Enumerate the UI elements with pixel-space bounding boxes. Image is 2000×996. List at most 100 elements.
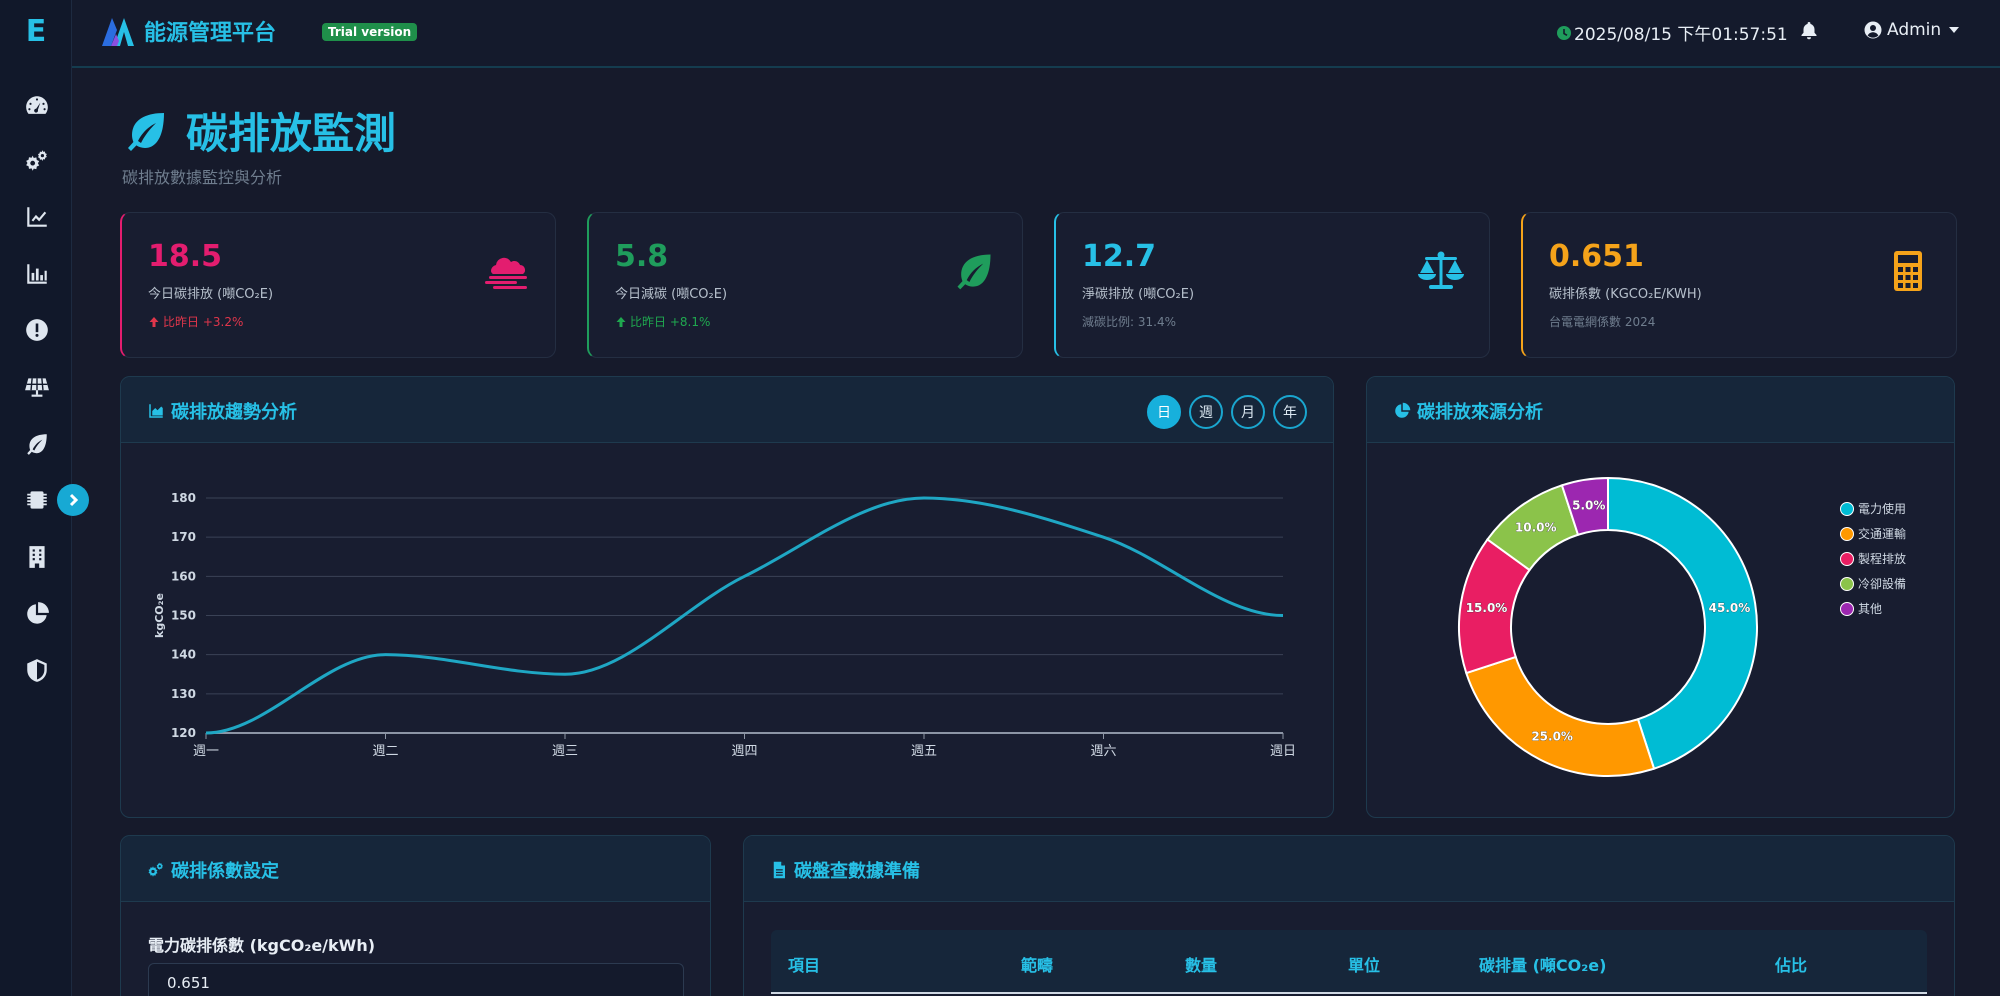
column-header[interactable]: 佔比: [1775, 952, 1807, 976]
stat-label: 淨碳排放 (噸CO₂E): [1082, 287, 1195, 302]
gears-icon: [148, 862, 163, 877]
period-button-week[interactable]: 週: [1189, 395, 1223, 429]
period-selector: 日 週 月 年: [1147, 395, 1307, 429]
sidebar-item-settings[interactable]: [20, 144, 54, 178]
file-icon: [773, 861, 785, 879]
sidebar-item-building[interactable]: [20, 540, 54, 574]
legend-swatch: [1840, 601, 1854, 616]
y-tick-label: 180: [171, 491, 196, 505]
page-subtitle: 碳排放數據監控與分析: [122, 168, 283, 187]
sidebar-logo[interactable]: E: [0, 14, 72, 49]
legend-item[interactable]: 其他: [1840, 600, 1882, 617]
stat-note-text: 台電電網係數 2024: [1549, 315, 1656, 329]
electricity-coefficient-label: 電力碳排係數 (kgCO₂e/kWh): [148, 936, 376, 955]
bar-chart-icon: [27, 264, 47, 284]
shield-icon: [27, 659, 47, 682]
arrow-up-icon: [616, 316, 626, 327]
legend-swatch: [1840, 526, 1854, 541]
sidebar-item-chip[interactable]: [20, 483, 54, 517]
legend-item[interactable]: 冷卻設備: [1840, 575, 1906, 592]
pie-chart-icon: [27, 602, 49, 624]
x-tick-label: 週一: [193, 744, 219, 759]
legend-label: 交通運輸: [1858, 527, 1907, 541]
legend-label: 製程排放: [1858, 552, 1907, 566]
chevron-right-icon: [69, 493, 79, 507]
period-button-day[interactable]: 日: [1147, 395, 1181, 429]
solar-panel-icon: [25, 378, 49, 397]
column-header[interactable]: 數量: [1185, 952, 1217, 976]
inventory-table-header: 項目 範疇 數量 單位 碳排量 (噸CO₂e) 佔比: [771, 930, 1927, 994]
stat-note: 減碳比例: 31.4%: [1082, 313, 1176, 330]
top-header: 能源管理平台 Trial version 2025/08/15 下午01:57:…: [72, 0, 2000, 68]
legend-swatch: [1840, 501, 1854, 516]
sidebar-item-analysis[interactable]: [20, 597, 54, 631]
microchip-icon: [27, 491, 47, 509]
page-title-text: 碳排放監測: [186, 109, 397, 158]
leaf-icon: [27, 434, 47, 455]
trend-panel-title: 碳排放趨勢分析: [147, 398, 297, 424]
sidebar-item-report[interactable]: [20, 257, 54, 291]
building-icon: [29, 546, 45, 568]
y-tick-label: 150: [171, 609, 196, 623]
trend-panel: 碳排放趨勢分析 日 週 月 年 120 130 140 150 160 170 180 週一 週…: [120, 376, 1334, 818]
brand[interactable]: 能源管理平台: [100, 14, 276, 48]
pie-slice: [1465, 655, 1656, 777]
calculator-icon: [1894, 251, 1922, 291]
legend-swatch: [1840, 576, 1854, 591]
legend-swatch: [1840, 551, 1854, 566]
stat-note-text: 減碳比例: 31.4%: [1082, 315, 1176, 329]
gears-icon: [26, 150, 47, 171]
column-header[interactable]: 單位: [1348, 952, 1380, 976]
stat-note: 比昨日 +8.1%: [615, 313, 710, 330]
user-name: Admin: [1887, 20, 1942, 40]
stat-label: 今日減碳 (噸CO₂E): [615, 287, 728, 302]
sidebar-toggle-button[interactable]: [57, 484, 89, 516]
trial-badge: Trial version: [322, 23, 418, 41]
stat-label: 今日碳排放 (噸CO₂E): [148, 287, 274, 302]
x-tick-label: 週四: [731, 744, 757, 759]
period-button-year[interactable]: 年: [1273, 395, 1307, 429]
x-tick-label: 週二: [372, 744, 398, 759]
stat-value: 12.7: [1082, 239, 1157, 274]
stat-label: 碳排係數 (KGCO₂E/KWH): [1549, 287, 1702, 302]
exclamation-circle-icon: [26, 319, 48, 341]
pie-slice-label: 10.0%: [1515, 520, 1557, 534]
brand-logo-icon: [102, 18, 134, 46]
clock-icon: [1557, 25, 1571, 40]
sidebar-item-leaf[interactable]: [20, 427, 54, 461]
datetime: 2025/08/15 下午01:57:51: [1556, 20, 1788, 45]
legend-label: 其他: [1858, 602, 1883, 616]
stat-card-net: 12.7 淨碳排放 (噸CO₂E) 減碳比例: 31.4%: [1054, 212, 1490, 358]
dashboard-icon: [26, 96, 48, 114]
coefficient-panel-title-text: 碳排係數設定: [171, 861, 279, 882]
y-tick-label: 120: [171, 726, 196, 740]
notifications-button[interactable]: [1799, 20, 1819, 44]
sidebar-item-trend[interactable]: [20, 200, 54, 234]
legend-item[interactable]: 電力使用: [1840, 500, 1906, 517]
x-tick-label: 週五: [911, 744, 937, 759]
column-header[interactable]: 碳排量 (噸CO₂e): [1479, 952, 1606, 976]
legend-label: 冷卻設備: [1858, 577, 1907, 591]
electricity-coefficient-input[interactable]: [148, 963, 684, 996]
sidebar-item-dashboard[interactable]: [20, 89, 54, 123]
user-menu[interactable]: Admin: [1864, 20, 1960, 40]
x-tick-label: 週六: [1090, 744, 1116, 759]
column-header[interactable]: 項目: [788, 952, 820, 976]
stat-note: 台電電網係數 2024: [1549, 313, 1655, 330]
stat-note-text: 比昨日 +3.2%: [163, 315, 244, 329]
sidebar-item-solar[interactable]: [20, 370, 54, 404]
sidebar-item-alert[interactable]: [20, 313, 54, 347]
stat-card-reduction: 5.8 今日減碳 (噸CO₂E) 比昨日 +8.1%: [587, 212, 1023, 358]
legend-item[interactable]: 交通運輸: [1840, 525, 1906, 542]
period-button-month[interactable]: 月: [1231, 395, 1265, 429]
column-header[interactable]: 範疇: [1021, 952, 1053, 976]
trend-panel-title-text: 碳排放趨勢分析: [171, 402, 297, 423]
pie-slice-label: 45.0%: [1709, 601, 1751, 615]
legend-item[interactable]: 製程排放: [1840, 550, 1906, 567]
pie-slice-label: 25.0%: [1531, 730, 1573, 744]
source-panel-title: 碳排放來源分析: [1393, 398, 1543, 424]
y-tick-label: 140: [171, 648, 196, 662]
sidebar-item-security[interactable]: [20, 653, 54, 687]
y-axis-label: kgCO₂e: [153, 593, 166, 638]
pie-slice-label: 5.0%: [1572, 499, 1605, 513]
